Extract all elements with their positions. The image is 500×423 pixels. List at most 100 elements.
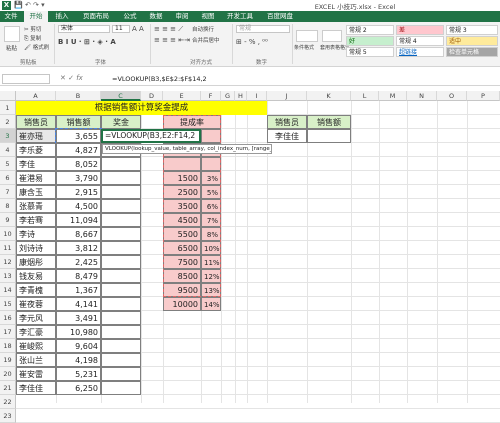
- style-normal-2[interactable]: 常规 2: [346, 25, 394, 35]
- style-normal-4[interactable]: 常规 4: [396, 36, 444, 46]
- number-format-select[interactable]: 常规: [236, 25, 290, 33]
- sales-cell[interactable]: 10,980: [56, 325, 101, 339]
- row-header-8[interactable]: 8: [0, 199, 16, 213]
- column-header-j[interactable]: J: [267, 91, 307, 101]
- threshold-cell[interactable]: 9500: [163, 283, 201, 297]
- sales-cell[interactable]: 3,491: [56, 311, 101, 325]
- tab-page-layout[interactable]: 页面布局: [76, 11, 116, 22]
- rate-cell[interactable]: 10%: [201, 241, 221, 255]
- bonus-cell[interactable]: [101, 339, 141, 353]
- threshold-cell[interactable]: 8500: [163, 269, 201, 283]
- row-header-15[interactable]: 15: [0, 297, 16, 311]
- format-painter-button[interactable]: 🖌 格式刷: [24, 43, 49, 51]
- bonus-cell[interactable]: [101, 353, 141, 367]
- row-header-5[interactable]: 5: [0, 157, 16, 171]
- salesperson-cell[interactable]: 李若骞: [16, 213, 56, 227]
- salesperson-cell[interactable]: 李元风: [16, 311, 56, 325]
- bonus-cell[interactable]: [101, 157, 141, 171]
- sales-cell[interactable]: 3,655: [55, 128, 102, 144]
- style-normal-3[interactable]: 常规 3: [446, 25, 498, 35]
- rate-cell[interactable]: 6%: [201, 199, 221, 213]
- rate-cell[interactable]: 14%: [201, 297, 221, 311]
- salesperson-cell[interactable]: 刘诗诗: [16, 241, 56, 255]
- style-bad[interactable]: 差: [396, 25, 444, 35]
- sales-cell[interactable]: 2,915: [56, 185, 101, 199]
- rate-cell[interactable]: 13%: [201, 283, 221, 297]
- tab-review[interactable]: 审阅: [170, 11, 194, 22]
- tab-baidu-netdisk[interactable]: 百度网盘: [260, 11, 300, 22]
- row-header-10[interactable]: 10: [0, 227, 16, 241]
- threshold-cell[interactable]: 2500: [163, 185, 201, 199]
- column-header-k[interactable]: K: [307, 91, 351, 101]
- row-header-20[interactable]: 20: [0, 367, 16, 381]
- sales-cell[interactable]: 4,141: [56, 297, 101, 311]
- table-format-icon[interactable]: [322, 30, 342, 42]
- sales-cell[interactable]: 8,667: [56, 227, 101, 241]
- font-grow-shrink-icon[interactable]: A A: [132, 25, 144, 33]
- lookup-name-cell[interactable]: 李佳佳: [267, 129, 307, 143]
- wrap-text-button[interactable]: 自动换行: [192, 25, 214, 33]
- font-size-select[interactable]: 11: [112, 25, 130, 33]
- threshold-cell[interactable]: 3500: [163, 199, 201, 213]
- paste-icon[interactable]: [4, 26, 20, 42]
- bonus-cell[interactable]: [101, 367, 141, 381]
- bonus-cell[interactable]: [101, 171, 141, 185]
- salesperson-cell[interactable]: 崔夜蓉: [16, 297, 56, 311]
- row-header-13[interactable]: 13: [0, 269, 16, 283]
- header-lookup-salesperson[interactable]: 销售员: [267, 115, 307, 129]
- cut-button[interactable]: ✂ 剪切: [24, 25, 41, 33]
- salesperson-cell[interactable]: 康含玉: [16, 185, 56, 199]
- salesperson-cell[interactable]: 崔峻熙: [16, 339, 56, 353]
- rate-cell[interactable]: [201, 157, 221, 171]
- column-header-a[interactable]: A: [16, 91, 56, 101]
- salesperson-cell[interactable]: 崔港易: [16, 171, 56, 185]
- lookup-sales-cell[interactable]: [307, 129, 351, 143]
- header-lookup-sales[interactable]: 销售额: [307, 115, 351, 129]
- header-bonus[interactable]: 奖金: [101, 115, 141, 129]
- tab-home[interactable]: 开始: [24, 11, 48, 22]
- sales-cell[interactable]: 4,500: [56, 199, 101, 213]
- column-header-m[interactable]: M: [379, 91, 407, 101]
- bonus-cell[interactable]: [101, 325, 141, 339]
- threshold-cell[interactable]: 10000: [163, 297, 201, 311]
- threshold-cell[interactable]: 6500: [163, 241, 201, 255]
- threshold-cell[interactable]: 5500: [163, 227, 201, 241]
- column-header-h[interactable]: H: [235, 91, 247, 101]
- sales-cell[interactable]: 4,827: [56, 143, 101, 157]
- column-header-b[interactable]: B: [56, 91, 101, 101]
- sales-cell[interactable]: 5,231: [56, 367, 101, 381]
- threshold-cell[interactable]: 4500: [163, 213, 201, 227]
- header-salesperson[interactable]: 销售员: [16, 115, 56, 129]
- threshold-cell[interactable]: 7500: [163, 255, 201, 269]
- conditional-format-button[interactable]: 条件格式: [294, 44, 314, 51]
- rate-cell[interactable]: [201, 129, 221, 143]
- column-header-i[interactable]: I: [247, 91, 267, 101]
- row-header-4[interactable]: 4: [0, 143, 16, 157]
- row-header-22[interactable]: 22: [0, 395, 16, 409]
- salesperson-cell[interactable]: 崔亦瑶: [16, 129, 56, 143]
- tab-insert[interactable]: 插入: [50, 11, 74, 22]
- row-header-7[interactable]: 7: [0, 185, 16, 199]
- salesperson-cell[interactable]: 张山兰: [16, 353, 56, 367]
- select-all-corner[interactable]: [0, 91, 16, 101]
- row-header-16[interactable]: 16: [0, 311, 16, 325]
- sales-cell[interactable]: 8,052: [56, 157, 101, 171]
- number-format-icons[interactable]: ⊞ - % , ⁰⁰: [236, 38, 268, 46]
- row-header-2[interactable]: 2: [0, 115, 16, 129]
- salesperson-cell[interactable]: 张慕青: [16, 199, 56, 213]
- header-commission-rate[interactable]: 提成率: [163, 115, 221, 129]
- tab-view[interactable]: 视图: [196, 11, 220, 22]
- threshold-cell[interactable]: 1500: [163, 171, 201, 185]
- column-header-n[interactable]: N: [407, 91, 437, 101]
- style-normal-5[interactable]: 常规 5: [346, 47, 394, 57]
- sales-cell[interactable]: 6,250: [56, 381, 101, 395]
- row-header-19[interactable]: 19: [0, 353, 16, 367]
- tab-formulas[interactable]: 公式: [118, 11, 142, 22]
- row-header-14[interactable]: 14: [0, 283, 16, 297]
- salesperson-cell[interactable]: 李佳: [16, 157, 56, 171]
- style-good[interactable]: 好: [346, 36, 394, 46]
- formula-input[interactable]: =VLOOKUP(B3,$E$2:$F$14,2: [112, 74, 207, 84]
- column-header-g[interactable]: G: [221, 91, 235, 101]
- font-name-select[interactable]: 宋体: [58, 25, 110, 33]
- salesperson-cell[interactable]: 钱友易: [16, 269, 56, 283]
